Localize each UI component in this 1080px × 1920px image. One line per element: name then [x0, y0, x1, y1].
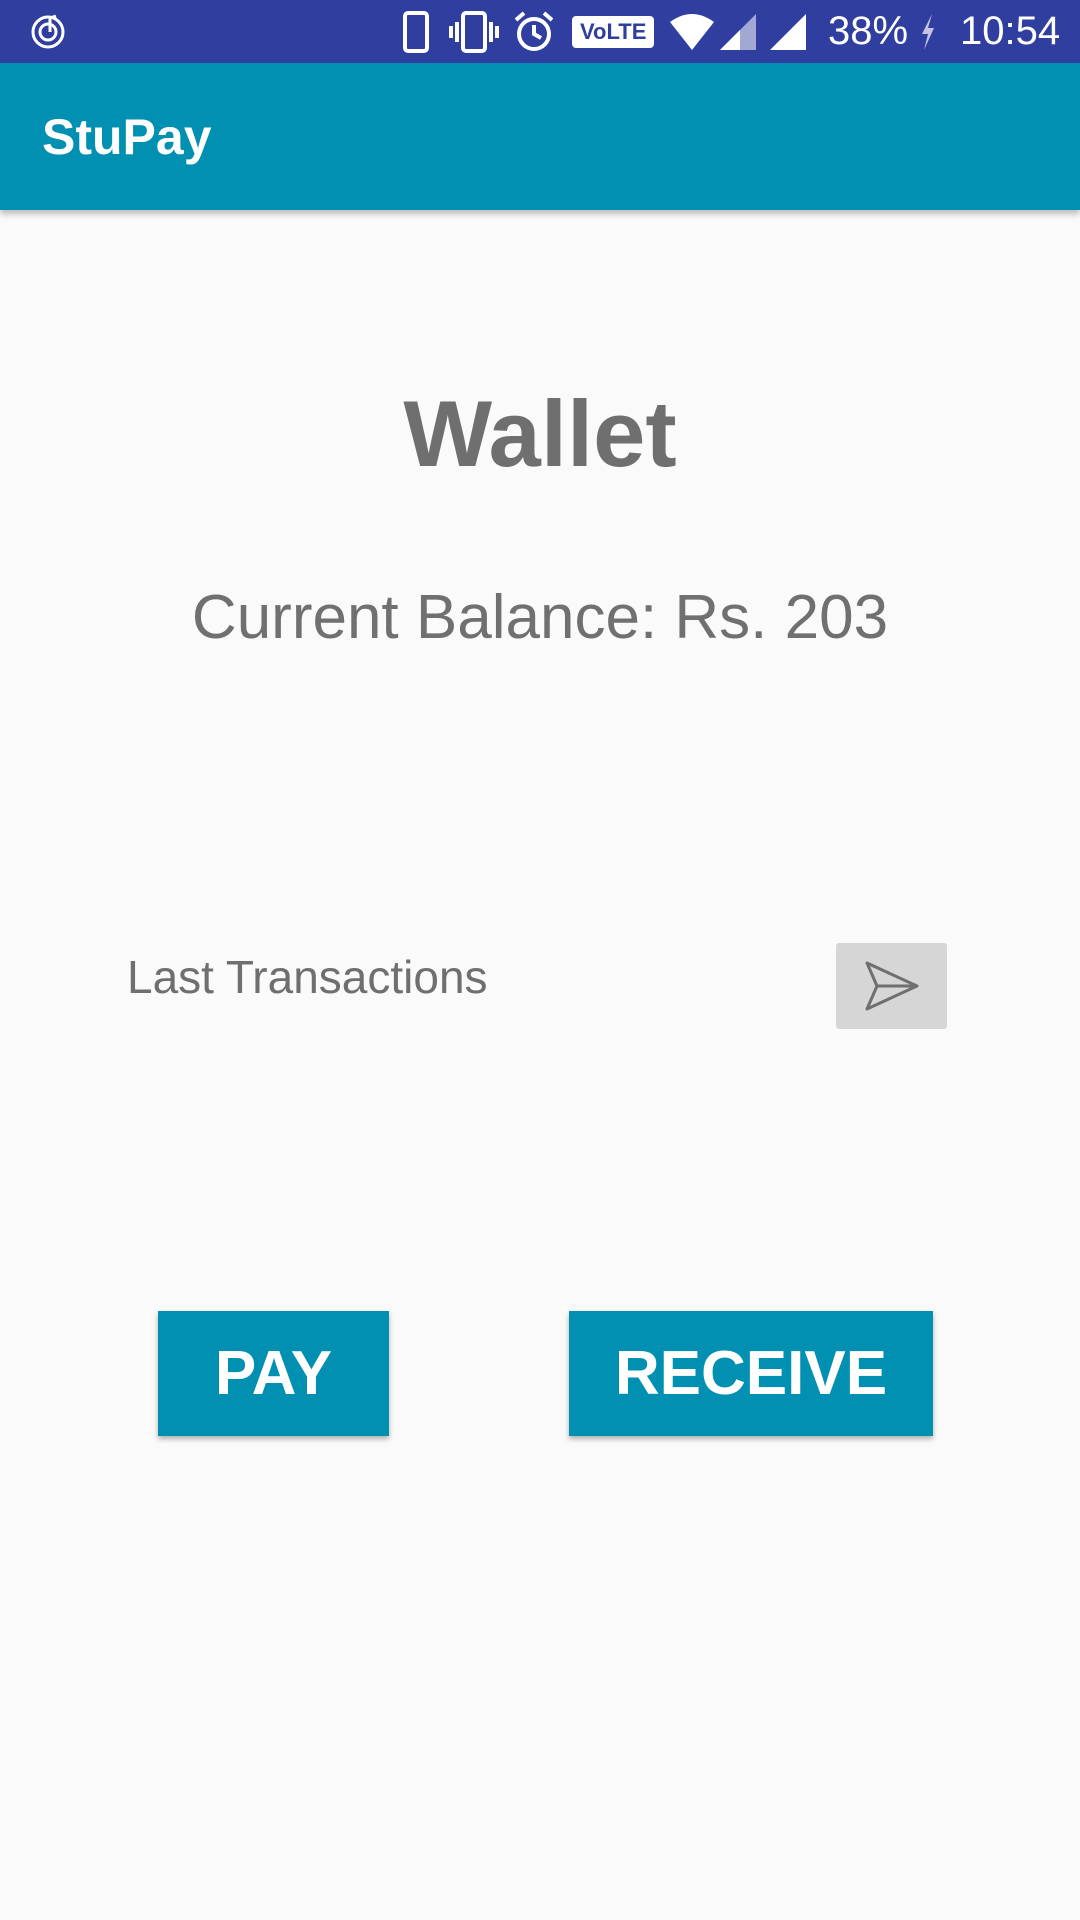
volte-badge: VoLTE — [572, 15, 655, 48]
alarm-icon — [512, 0, 556, 63]
signal-icon — [718, 0, 758, 63]
phone-icon — [402, 0, 430, 63]
current-balance: Current Balance: Rs. 203 — [191, 583, 889, 652]
receive-button[interactable]: RECEIVE — [569, 1311, 933, 1436]
signal-icon — [768, 0, 808, 63]
wifi-icon — [668, 0, 716, 63]
vibrate-icon — [449, 0, 499, 63]
charging-icon — [918, 0, 938, 63]
clock: 10:54 — [960, 9, 1061, 53]
battery-percent: 38% — [828, 9, 909, 53]
app-bar: StuPay — [0, 63, 1080, 210]
last-transactions-label: Last Transactions — [127, 951, 488, 1003]
status-bar: VoLTE 38% 10:54 — [0, 0, 1080, 63]
volte-icon: VoLTE — [572, 0, 655, 63]
wallet-title: Wallet — [403, 381, 677, 486]
view-transactions-button[interactable] — [836, 943, 947, 1029]
pay-button[interactable]: PAY — [158, 1311, 389, 1436]
send-icon — [864, 960, 920, 1012]
app-title: StuPay — [42, 108, 212, 165]
music-app-icon — [28, 0, 68, 63]
screen: VoLTE 38% 10:54 StuPay Wallet Current Ba… — [0, 0, 1080, 1920]
